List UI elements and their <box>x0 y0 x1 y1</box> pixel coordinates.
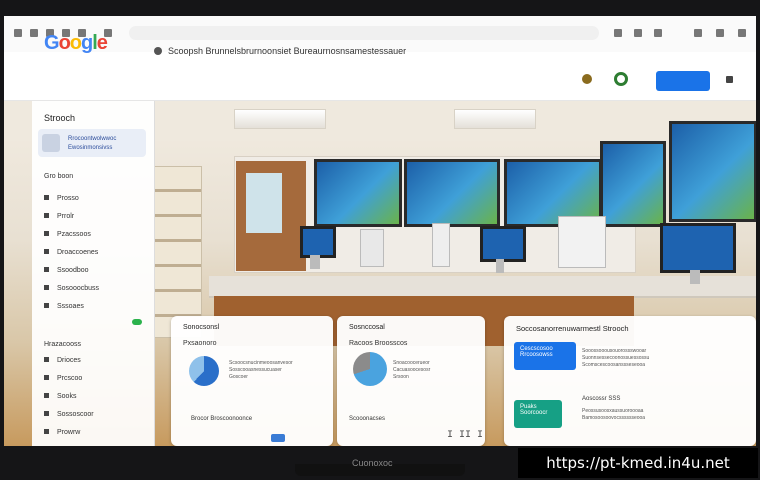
profile-icon[interactable] <box>716 29 724 37</box>
folder-icon[interactable] <box>271 434 285 442</box>
sidebar-item-icon <box>44 285 49 290</box>
sidebar-item-icon <box>44 393 49 398</box>
result-lines: Sooossooousouorossswooar Suonnsessecoono… <box>582 348 649 369</box>
menu-icon[interactable] <box>738 29 746 37</box>
laptop-screen: Google Scoopsh Brunnelsbrurnoonsiet Bure… <box>4 16 756 446</box>
promo-thumbnail-icon <box>42 134 60 152</box>
sidebar-item-label: Sossoscoor <box>57 411 94 418</box>
sidebar-item-icon <box>44 231 49 236</box>
sidebar-item-label: Prowrw <box>57 429 81 436</box>
share-icon[interactable] <box>634 29 642 37</box>
sidebar-item-b-0[interactable]: Drioces <box>44 357 81 364</box>
bug-icon[interactable] <box>582 74 592 84</box>
result-line: Sooossooousouorossswooar <box>582 348 647 354</box>
sidebar-item-icon <box>44 249 49 254</box>
sidebar-item-icon <box>44 375 49 380</box>
pie-chart-icon <box>189 356 219 386</box>
card-line: Cacuasoocesosr <box>393 367 431 373</box>
result-heading: Aoscossr SSS <box>582 396 621 402</box>
sidebar-item-icon <box>44 303 49 308</box>
sidebar: Strooch Rrocoontwolwwoc Ewosinmonsivss G… <box>32 101 155 446</box>
card-subtitle: Racoos Broosscos <box>349 340 408 347</box>
download-icon[interactable] <box>694 29 702 37</box>
sidebar-item-label: Sssoaes <box>57 303 84 310</box>
pie-chart-icon <box>353 352 387 386</box>
sidebar-promo-card[interactable]: Rrocoontwolwwoc Ewosinmonsivss <box>38 129 146 157</box>
sidebar-item-5[interactable]: Sosooocbuss <box>44 285 99 292</box>
card-title: Sonocsonsl <box>183 324 220 331</box>
card-subtitle: Pxsaonoro <box>183 340 217 347</box>
result-line: Scomscescoosanssseseooa <box>582 362 646 368</box>
sidebar-item-icon <box>44 411 49 416</box>
card-lines: Snoacoocerueor Cacuasoocesosr Srsoon <box>393 360 430 381</box>
card-title: Sosnccosal <box>349 324 385 331</box>
result-line: Suonnsessecoonossuessossu <box>582 355 650 361</box>
sidebar-item-icon <box>44 195 49 200</box>
card-line: Snoacoocerueor <box>393 360 430 366</box>
sidebar-item-b-2[interactable]: Sooks <box>44 393 76 400</box>
sidebar-item-6[interactable]: Sssoaes <box>44 303 84 310</box>
card-line: Sosscooasnessucuaser <box>229 367 282 373</box>
sidebar-item-b-3[interactable]: Sossoscoor <box>44 411 94 418</box>
primary-action-button[interactable] <box>656 71 710 91</box>
sidebar-item-label: Droaccoenes <box>57 249 99 256</box>
result-lines: Peossusoosxaussuoroooaa Bamosoosoovocsss… <box>582 408 645 422</box>
result-line: Bamosoosoovocsssssseooa <box>582 415 646 421</box>
sidebar-item-icon <box>44 267 49 272</box>
category-tag-green[interactable]: Puaks Soorcoocr <box>514 400 562 428</box>
search-results-card[interactable]: Soccosanorrenuwarmestl Strooch Cescscoso… <box>504 316 756 446</box>
apps-icon[interactable] <box>726 76 733 83</box>
sidebar-item-b-4[interactable]: Prowrw <box>44 429 80 436</box>
category-tag-blue[interactable]: Cescscosoo Rrcoosowss <box>514 342 576 370</box>
address-bar[interactable] <box>129 26 599 40</box>
breadcrumb: Scoopsh Brunnelsbrurnoonsiet Bureaurnosn… <box>154 46 406 56</box>
app-header <box>4 52 756 101</box>
laptop-brand-label: Cuonoxoc <box>352 458 393 468</box>
sidebar-item-3[interactable]: Droaccoenes <box>44 249 98 256</box>
sidebar-item-2[interactable]: Pzacssoos <box>44 231 91 238</box>
sidebar-section-2: Hrazacooss <box>44 341 81 348</box>
sidebar-item-label: Pzacssoos <box>57 231 91 238</box>
status-badge <box>132 319 142 325</box>
google-logo[interactable]: Google <box>44 32 108 55</box>
card-line: Goscoer <box>229 374 248 380</box>
page-icon <box>154 47 162 55</box>
card-stat: I II I <box>447 430 484 441</box>
sidebar-title: Strooch <box>44 113 76 123</box>
bookmark-icon[interactable] <box>654 29 662 37</box>
sidebar-item-label: Prrolr <box>57 213 75 220</box>
account-circle-icon[interactable] <box>614 72 628 86</box>
sidebar-item-label: Prosso <box>57 195 79 202</box>
summary-card-middle[interactable]: Sosnccosal Racoos Broosscos Snoacoocerue… <box>337 316 485 446</box>
sidebar-item-0[interactable]: Prosso <box>44 195 79 202</box>
card-footer: Brocor Broscoonoonce <box>191 416 253 422</box>
sidebar-item-label: Sooks <box>57 393 77 400</box>
sidebar-item-icon <box>44 357 49 362</box>
forward-icon[interactable] <box>30 29 38 37</box>
sidebar-item-icon <box>44 429 49 434</box>
watermark-url: https://pt-kmed.in4u.net <box>518 448 758 478</box>
card-line: Srsoon <box>393 374 409 380</box>
sidebar-item-label: Ssoodboo <box>57 267 89 274</box>
sidebar-item-b-1[interactable]: Prcscoo <box>44 375 82 382</box>
sidebar-item-label: Prcscoo <box>57 375 83 382</box>
logo-text: Google <box>44 32 108 54</box>
sidebar-item-label: Drioces <box>57 357 81 364</box>
card-lines: Scsoocsnucinmeoosanvesor Sosscooasnessuc… <box>229 360 293 381</box>
sidebar-section-1: Gro boon <box>44 173 74 180</box>
result-line: Peossusoosxaussuoroooaa <box>582 408 644 414</box>
sidebar-item-icon <box>44 213 49 218</box>
sidebar-item-1[interactable]: Prrolr <box>44 213 74 220</box>
sidebar-item-label: Sosooocbuss <box>57 285 100 292</box>
back-icon[interactable] <box>14 29 22 37</box>
summary-card-left[interactable]: Sonocsonsl Pxsaonoro Scsoocsnucinmeoosan… <box>171 316 333 446</box>
breadcrumb-text: Scoopsh Brunnelsbrurnoonsiet Bureaurnosn… <box>168 46 407 56</box>
card-line: Scsoocsnucinmeoosanvesor <box>229 360 293 366</box>
promo-text: Rrocoontwolwwoc Ewosinmonsivss <box>68 136 117 151</box>
extension-icon[interactable] <box>614 29 622 37</box>
card-title: Soccosanorrenuwarmestl Strooch <box>516 324 629 333</box>
sidebar-item-4[interactable]: Ssoodboo <box>44 267 89 274</box>
card-footer: Scooonacses <box>349 416 386 422</box>
